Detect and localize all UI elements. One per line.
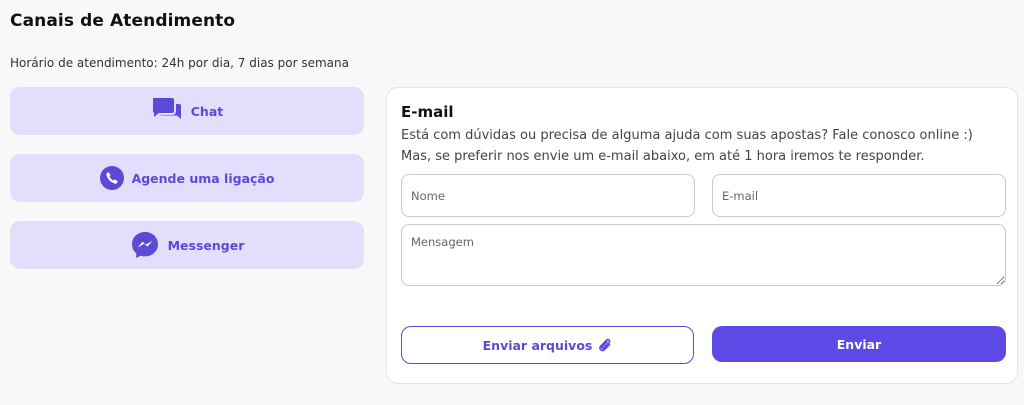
attach-files-button[interactable]: Enviar arquivos [401, 326, 694, 364]
email-title: E-mail [401, 103, 454, 121]
phone-icon [99, 166, 124, 190]
chat-button-label: Chat [190, 103, 224, 119]
paperclip-icon [598, 337, 612, 353]
name-input[interactable] [401, 174, 695, 217]
chat-button[interactable]: Chat [10, 87, 364, 135]
attach-files-label: Enviar arquivos [482, 337, 593, 353]
email-card: E-mail Está com dúvidas ou precisa de al… [386, 87, 1018, 384]
messenger-icon [130, 230, 160, 260]
send-button[interactable]: Enviar [712, 326, 1006, 362]
email-description: Está com dúvidas ou precisa de alguma aj… [401, 128, 973, 164]
chat-bubbles-icon [151, 96, 183, 126]
service-hours: Horário de atendimento: 24h por dia, 7 d… [10, 56, 349, 70]
send-button-label: Enviar [836, 336, 882, 352]
schedule-call-button[interactable]: Agende uma ligação [10, 154, 364, 202]
schedule-call-label: Agende uma ligação [131, 170, 275, 186]
email-input[interactable] [712, 174, 1006, 217]
messenger-button[interactable]: Messenger [10, 221, 364, 269]
page: Canais de Atendimento Horário de atendim… [0, 0, 1024, 405]
message-textarea[interactable] [401, 224, 1006, 286]
page-title: Canais de Atendimento [10, 11, 236, 31]
messenger-label: Messenger [167, 237, 245, 253]
